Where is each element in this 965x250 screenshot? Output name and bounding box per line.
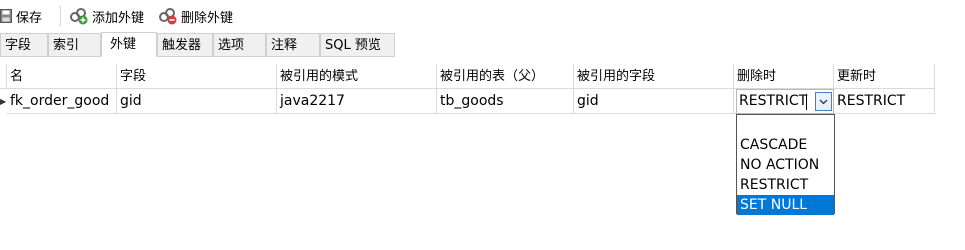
tab-label: SQL 预览 (325, 38, 381, 53)
column-header[interactable]: 名 (7, 64, 117, 89)
column-header[interactable]: 更新时 (834, 64, 935, 89)
dropdown-option-set-null[interactable]: SET NULL (737, 195, 834, 215)
dropdown-option-restrict[interactable]: RESTRICT (737, 175, 834, 195)
column-header[interactable]: 删除时 (734, 64, 834, 89)
tab-label: 索引 (53, 38, 80, 53)
on-delete-combobox[interactable]: RESTRICT (736, 89, 834, 114)
tab-options[interactable]: 选项 (213, 33, 266, 57)
cell-on-update[interactable]: RESTRICT (834, 89, 935, 114)
column-header[interactable]: 字段 (117, 64, 277, 89)
chevron-down-icon (819, 94, 828, 109)
delete-link-icon (159, 7, 177, 25)
tab-indexes[interactable]: 索引 (48, 33, 101, 57)
cell-ref-schema[interactable]: java2217 (277, 89, 437, 114)
delete-foreign-key-button[interactable]: 删除外键 (159, 5, 233, 27)
dropdown-toggle-button[interactable] (815, 92, 832, 111)
dropdown-option-empty[interactable] (737, 115, 834, 135)
cell-ref-field[interactable]: gid (574, 89, 734, 114)
tab-label: 字段 (5, 38, 32, 53)
tab-label: 注释 (271, 38, 298, 53)
dropdown-option-cascade[interactable]: CASCADE (737, 135, 834, 155)
on-delete-value[interactable]: RESTRICT (739, 90, 807, 113)
toolbar: 保存 添加外键 删除外键 (0, 0, 965, 32)
column-header[interactable]: 被引用的表（父） (437, 64, 574, 89)
on-delete-dropdown-list: CASCADE NO ACTION RESTRICT SET NULL (736, 114, 835, 215)
delete-foreign-key-label: 删除外键 (181, 10, 234, 26)
add-foreign-key-button[interactable]: 添加外键 (70, 5, 144, 27)
tab-label: 选项 (218, 38, 245, 53)
tab-label: 触发器 (162, 38, 202, 53)
column-header[interactable]: 被引用的模式 (277, 64, 437, 89)
save-label: 保存 (16, 10, 43, 26)
current-row-arrow-icon: ▶ (0, 97, 7, 106)
tab-foreign-keys[interactable]: 外键 (101, 32, 157, 57)
tab-fields[interactable]: 字段 (0, 33, 48, 57)
tab-comments[interactable]: 注释 (266, 33, 320, 57)
add-foreign-key-label: 添加外键 (92, 10, 145, 26)
toolbar-separator (60, 6, 61, 26)
tab-sql-preview[interactable]: SQL 预览 (320, 33, 395, 57)
add-link-icon (70, 7, 88, 25)
tab-label: 外键 (110, 37, 137, 52)
tab-triggers[interactable]: 触发器 (157, 33, 213, 57)
text-caret (806, 94, 807, 110)
save-button[interactable]: 保存 (0, 5, 42, 27)
save-icon (0, 9, 12, 23)
dropdown-option-no-action[interactable]: NO ACTION (737, 155, 834, 175)
cell-name[interactable]: fk_order_good (7, 89, 117, 114)
header-marker (0, 64, 7, 89)
tab-bar: 字段 索引 外键 触发器 选项 注释 SQL 预览 (0, 32, 965, 58)
column-header[interactable]: 被引用的字段 (574, 64, 734, 89)
cell-ref-table[interactable]: tb_goods (437, 89, 574, 114)
cell-field[interactable]: gid (117, 89, 277, 114)
